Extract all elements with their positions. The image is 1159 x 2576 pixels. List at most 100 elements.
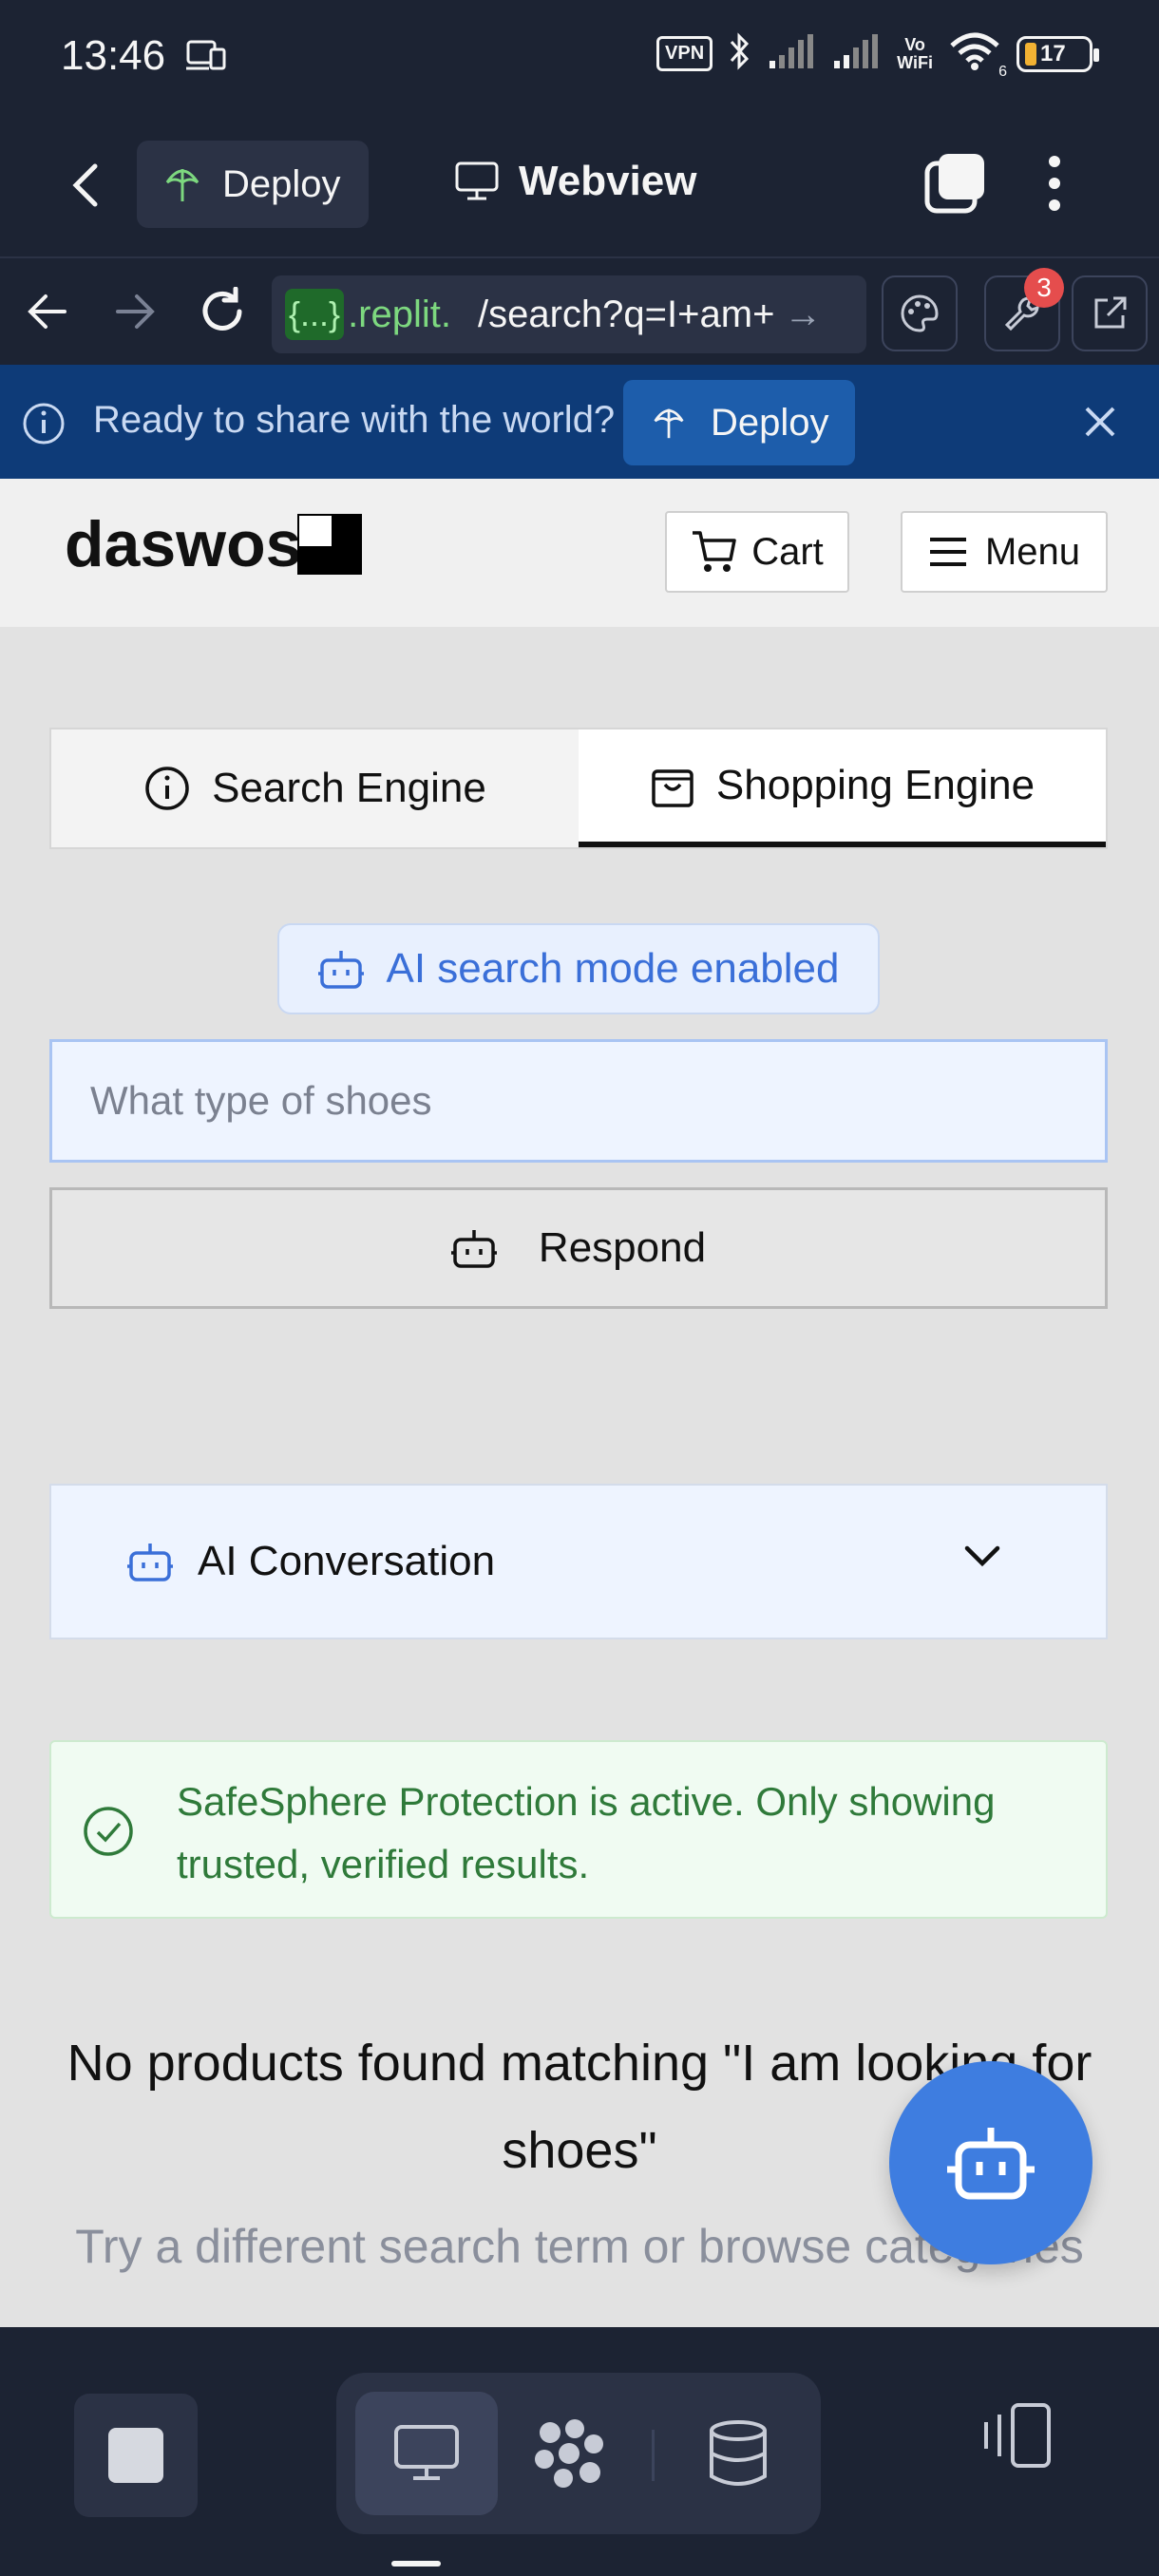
webview-title[interactable]: Webview	[454, 158, 696, 205]
check-circle-icon	[84, 1807, 133, 1856]
cart-icon	[693, 531, 736, 572]
ai-conversation-label: AI Conversation	[198, 1538, 496, 1584]
vowifi-icon: Vo WiFi	[897, 34, 933, 72]
shopping-bag-icon	[652, 769, 694, 807]
browser-back-button[interactable]	[21, 285, 74, 338]
browser-bar: {...} .replit. /search?q=I+am+ → 3	[0, 256, 1159, 363]
signal-2-icon	[832, 32, 882, 75]
signal-1-icon	[768, 32, 817, 75]
url-path: /search?q=I+am+	[478, 293, 775, 335]
agent-pane-button[interactable]	[498, 2392, 640, 2515]
deploy-chip-button[interactable]: Deploy	[137, 141, 369, 228]
bluetooth-icon	[728, 30, 752, 77]
tab-shopping-engine[interactable]: Shopping Engine	[579, 729, 1106, 847]
browser-forward-button[interactable]	[108, 285, 162, 338]
cart-button[interactable]: Cart	[665, 511, 849, 593]
vpn-icon: VPN	[656, 36, 713, 71]
deploy-icon	[165, 169, 200, 201]
split-view-icon	[984, 2403, 1051, 2468]
devtools-button[interactable]: 3	[984, 268, 1064, 351]
more-options-button[interactable]	[1045, 152, 1064, 219]
more-vertical-icon	[1049, 156, 1060, 211]
ai-search-mode-label: AI search mode enabled	[386, 945, 840, 992]
respond-label: Respond	[538, 1224, 707, 1271]
split-view-button[interactable]	[978, 2401, 1053, 2474]
info-circle-icon	[145, 767, 189, 810]
vowifi-top: Vo	[904, 34, 925, 54]
stop-icon	[108, 2428, 163, 2483]
theme-palette-button[interactable]	[882, 275, 958, 351]
url-go-icon[interactable]: →	[784, 294, 822, 336]
pane-divider	[652, 2430, 655, 2481]
webview-content: daswos Cart Menu Search Engine Shopping …	[0, 479, 1159, 2327]
logo-mark-icon	[297, 514, 363, 575]
search-input[interactable]	[49, 1039, 1108, 1163]
url-badge: {...}	[285, 289, 345, 340]
banner-text: Ready to share with the world?	[93, 399, 616, 441]
battery-level: 17	[1040, 40, 1066, 66]
banner-deploy-button[interactable]: Deploy	[623, 380, 855, 465]
site-logo[interactable]: daswos	[65, 507, 363, 581]
monitor-icon	[455, 161, 499, 200]
chevron-down-icon	[964, 1545, 1000, 1567]
deploy-chip-label: Deploy	[222, 162, 341, 205]
ai-assistant-fab[interactable]	[889, 2061, 1092, 2264]
menu-button[interactable]: Menu	[901, 511, 1108, 593]
info-icon	[21, 401, 66, 451]
cast-devices-icon	[186, 38, 228, 77]
tab-search-engine-label: Search Engine	[212, 765, 486, 811]
tabs-switcher-button[interactable]	[923, 152, 988, 219]
bot-icon	[317, 951, 364, 989]
ai-conversation-toggle[interactable]: AI Conversation	[49, 1484, 1108, 1639]
close-icon[interactable]	[1079, 401, 1121, 447]
hamburger-icon	[929, 538, 966, 566]
agent-icon	[535, 2419, 603, 2488]
site-header: daswos Cart Menu	[0, 479, 1159, 627]
logo-text: daswos	[65, 508, 302, 580]
tab-search-engine[interactable]: Search Engine	[51, 729, 579, 847]
monitor-icon	[394, 2425, 459, 2480]
engine-tabs: Search Engine Shopping Engine	[49, 728, 1108, 849]
arrow-right-icon	[116, 294, 155, 329]
tab-shopping-engine-label: Shopping Engine	[715, 762, 1036, 808]
stop-button[interactable]	[74, 2394, 198, 2517]
database-pane-button[interactable]	[667, 2392, 809, 2515]
vowifi-bottom: WiFi	[897, 52, 933, 72]
webview-title-text: Webview	[519, 158, 697, 204]
banner-deploy-label: Deploy	[711, 401, 829, 444]
database-icon	[710, 2420, 767, 2486]
replit-header: Deploy Webview	[0, 123, 1159, 247]
url-bar[interactable]: {...} .replit. /search?q=I+am+ →	[272, 275, 866, 353]
home-indicator	[391, 2561, 441, 2567]
pane-switcher	[336, 2373, 821, 2534]
url-domain: .replit.	[348, 293, 451, 335]
chevron-left-icon	[72, 163, 98, 207]
bottom-bar	[0, 2327, 1159, 2576]
open-external-button[interactable]	[1072, 275, 1148, 351]
status-bar: 13:46 VPN Vo WiFi 6 17	[0, 0, 1159, 114]
reload-button[interactable]	[196, 285, 249, 338]
bot-icon	[450, 1230, 497, 1268]
status-time: 13:46	[61, 32, 166, 79]
safesphere-text: SafeSphere Protection is active. Only sh…	[177, 1779, 996, 1886]
cart-label: Cart	[751, 530, 824, 573]
safesphere-notice: SafeSphere Protection is active. Only sh…	[49, 1740, 1108, 1919]
respond-button[interactable]: Respond	[49, 1187, 1108, 1309]
webview-pane-button[interactable]	[355, 2392, 498, 2515]
deploy-banner: Ready to share with the world? Deploy	[0, 365, 1159, 479]
bot-icon	[947, 2128, 1035, 2200]
devtools-badge: 3	[1024, 268, 1064, 308]
palette-icon	[901, 294, 939, 332]
back-button[interactable]	[57, 152, 114, 218]
wifi-icon: 6	[948, 30, 1007, 80]
bot-icon	[127, 1544, 173, 1582]
wifi-sub: 6	[998, 64, 1007, 80]
deploy-icon	[654, 408, 684, 439]
menu-label: Menu	[984, 530, 1081, 573]
ai-search-mode-badge[interactable]: AI search mode enabled	[277, 923, 880, 1014]
battery-icon: 17	[1016, 35, 1099, 72]
tabs-icon	[924, 154, 984, 214]
external-link-icon	[1094, 296, 1127, 329]
arrow-left-icon	[28, 294, 66, 329]
reload-icon	[202, 287, 242, 331]
